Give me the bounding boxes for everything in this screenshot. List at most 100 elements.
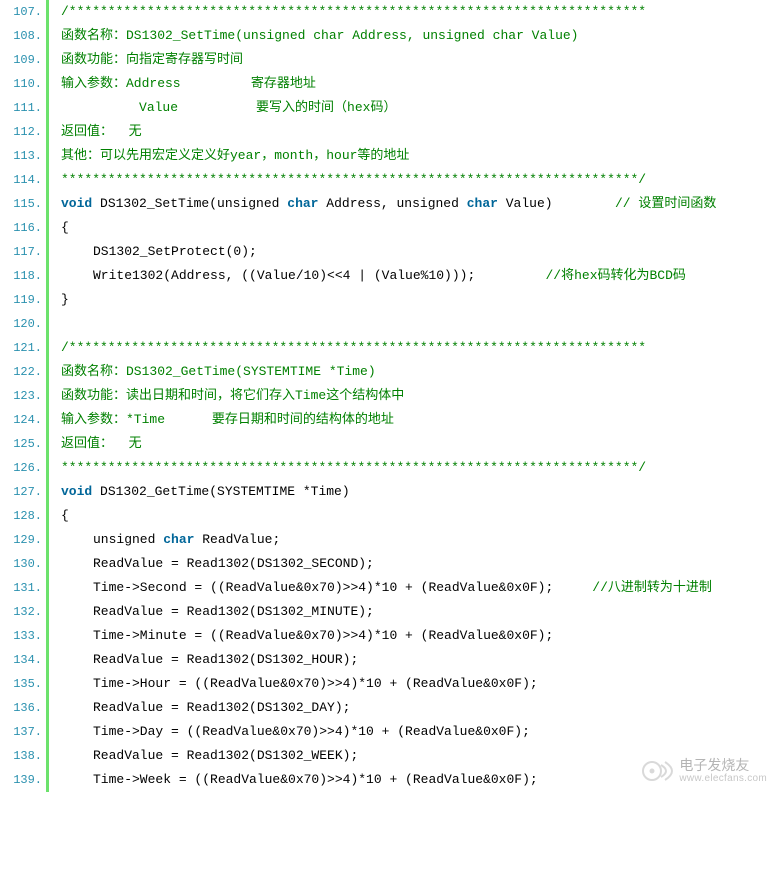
code-line: 127.void DS1302_GetTime(SYSTEMTIME *Time… <box>0 480 777 504</box>
line-number: 127. <box>0 480 49 504</box>
code-content: ****************************************… <box>49 168 777 192</box>
code-content: ReadValue = Read1302(DS1302_HOUR); <box>49 648 777 672</box>
code-content: /***************************************… <box>49 0 777 24</box>
code-content: ReadValue = Read1302(DS1302_MINUTE); <box>49 600 777 624</box>
code-text: { <box>61 508 69 523</box>
code-line: 130.ReadValue = Read1302(DS1302_SECOND); <box>0 552 777 576</box>
code-text: DS1302_SetProtect(0); <box>93 244 257 259</box>
watermark-title: 电子发烧友 <box>679 758 767 773</box>
comment-text: 函数功能：读出日期和时间，将它们存入Time这个结构体中 <box>61 388 404 403</box>
code-text: Time->Hour = ((ReadValue&0x70)>>4)*10 + … <box>93 676 538 691</box>
code-text: ReadValue = Read1302(DS1302_WEEK); <box>93 748 358 763</box>
comment-text: 函数名称：DS1302_SetTime(unsigned char Addres… <box>61 28 578 43</box>
line-number: 136. <box>0 696 49 720</box>
code-content: Time->Minute = ((ReadValue&0x70)>>4)*10 … <box>49 624 777 648</box>
code-line: 119.} <box>0 288 777 312</box>
code-text: DS1302_SetTime(unsigned <box>92 196 287 211</box>
code-line: 129.unsigned char ReadValue; <box>0 528 777 552</box>
keyword-text: char <box>287 196 318 211</box>
watermark: 电子发烧友 www.elecfans.com <box>641 756 767 786</box>
code-text: } <box>61 292 69 307</box>
code-line: 136.ReadValue = Read1302(DS1302_DAY); <box>0 696 777 720</box>
comment-text: 函数名称：DS1302_GetTime(SYSTEMTIME *Time) <box>61 364 376 379</box>
line-number: 126. <box>0 456 49 480</box>
comment-text: 返回值： 无 <box>61 436 142 451</box>
line-number: 119. <box>0 288 49 312</box>
code-content: unsigned char ReadValue; <box>49 528 777 552</box>
code-text: ReadValue = Read1302(DS1302_MINUTE); <box>93 604 374 619</box>
code-line: 111. Value 要写入的时间（hex码） <box>0 96 777 120</box>
line-number: 133. <box>0 624 49 648</box>
line-number: 110. <box>0 72 49 96</box>
code-line: 128.{ <box>0 504 777 528</box>
comment-text: 其他：可以先用宏定义定义好year，month，hour等的地址 <box>61 148 409 163</box>
keyword-text: void <box>61 484 92 499</box>
code-text: Time->Minute = ((ReadValue&0x70)>>4)*10 … <box>93 628 553 643</box>
line-number: 118. <box>0 264 49 288</box>
line-number: 132. <box>0 600 49 624</box>
line-number: 116. <box>0 216 49 240</box>
comment-text: 输入参数：Address 寄存器地址 <box>61 76 316 91</box>
comment-text: 函数功能：向指定寄存器写时间 <box>61 52 243 67</box>
code-content: 返回值： 无 <box>49 120 777 144</box>
code-content: Write1302(Address, ((Value/10)<<4 | (Val… <box>49 264 777 288</box>
code-content: 输入参数：Address 寄存器地址 <box>49 72 777 96</box>
code-text: ReadValue; <box>194 532 280 547</box>
line-number: 137. <box>0 720 49 744</box>
comment-text: // 设置时间函数 <box>615 196 716 211</box>
line-number: 131. <box>0 576 49 600</box>
code-content: ReadValue = Read1302(DS1302_DAY); <box>49 696 777 720</box>
line-number: 122. <box>0 360 49 384</box>
comment-text: /***************************************… <box>61 340 646 355</box>
comment-text: ****************************************… <box>61 172 646 187</box>
code-content: 其他：可以先用宏定义定义好year，month，hour等的地址 <box>49 144 777 168</box>
comment-text: //将hex码转化为BCD码 <box>545 268 685 283</box>
code-text: Time->Second = ((ReadValue&0x70)>>4)*10 … <box>93 580 592 595</box>
line-number: 139. <box>0 768 49 792</box>
code-content: void DS1302_SetTime(unsigned char Addres… <box>49 192 777 216</box>
code-line: 126. ************************************… <box>0 456 777 480</box>
code-line: 132. ReadValue = Read1302(DS1302_MINUTE); <box>0 600 777 624</box>
code-text: Write1302(Address, ((Value/10)<<4 | (Val… <box>93 268 545 283</box>
code-content: Time->Day = ((ReadValue&0x70)>>4)*10 + (… <box>49 720 777 744</box>
code-content: DS1302_SetProtect(0); <box>49 240 777 264</box>
line-number: 107. <box>0 0 49 24</box>
line-number: 113. <box>0 144 49 168</box>
line-number: 124. <box>0 408 49 432</box>
code-line: 115.void DS1302_SetTime(unsigned char Ad… <box>0 192 777 216</box>
line-number: 121. <box>0 336 49 360</box>
code-content: 函数功能：读出日期和时间，将它们存入Time这个结构体中 <box>49 384 777 408</box>
code-content: { <box>49 216 777 240</box>
code-content: void DS1302_GetTime(SYSTEMTIME *Time) <box>49 480 777 504</box>
code-text: ReadValue = Read1302(DS1302_SECOND); <box>93 556 374 571</box>
line-number: 134. <box>0 648 49 672</box>
code-line: 107./***********************************… <box>0 0 777 24</box>
code-text: Time->Day = ((ReadValue&0x70)>>4)*10 + (… <box>93 724 530 739</box>
watermark-icon <box>641 756 675 786</box>
code-text: { <box>61 220 69 235</box>
line-number: 117. <box>0 240 49 264</box>
comment-text: ****************************************… <box>61 460 646 475</box>
line-number: 138. <box>0 744 49 768</box>
code-content: 函数功能：向指定寄存器写时间 <box>49 48 777 72</box>
code-content: /***************************************… <box>49 336 777 360</box>
comment-text: 返回值： 无 <box>61 124 142 139</box>
keyword-text: char <box>163 532 194 547</box>
code-line: 117. DS1302_SetProtect(0); <box>0 240 777 264</box>
code-line: 125.返回值： 无 <box>0 432 777 456</box>
code-line: 114.************************************… <box>0 168 777 192</box>
code-content: Value 要写入的时间（hex码） <box>49 96 777 120</box>
line-number: 115. <box>0 192 49 216</box>
code-content: Time->Second = ((ReadValue&0x70)>>4)*10 … <box>49 576 777 600</box>
code-line: 131. Time->Second = ((ReadValue&0x70)>>4)… <box>0 576 777 600</box>
code-line: 113. 其他：可以先用宏定义定义好year，month，hour等的地址 <box>0 144 777 168</box>
code-line: 123.函数功能：读出日期和时间，将它们存入Time这个结构体中 <box>0 384 777 408</box>
code-content: { <box>49 504 777 528</box>
comment-text: //八进制转为十进制 <box>592 580 712 595</box>
code-line: 134. ReadValue = Read1302(DS1302_HOUR); <box>0 648 777 672</box>
code-line: 120. <box>0 312 777 336</box>
code-block: 107./***********************************… <box>0 0 777 792</box>
code-text: ReadValue = Read1302(DS1302_HOUR); <box>93 652 358 667</box>
line-number: 112. <box>0 120 49 144</box>
line-number: 135. <box>0 672 49 696</box>
